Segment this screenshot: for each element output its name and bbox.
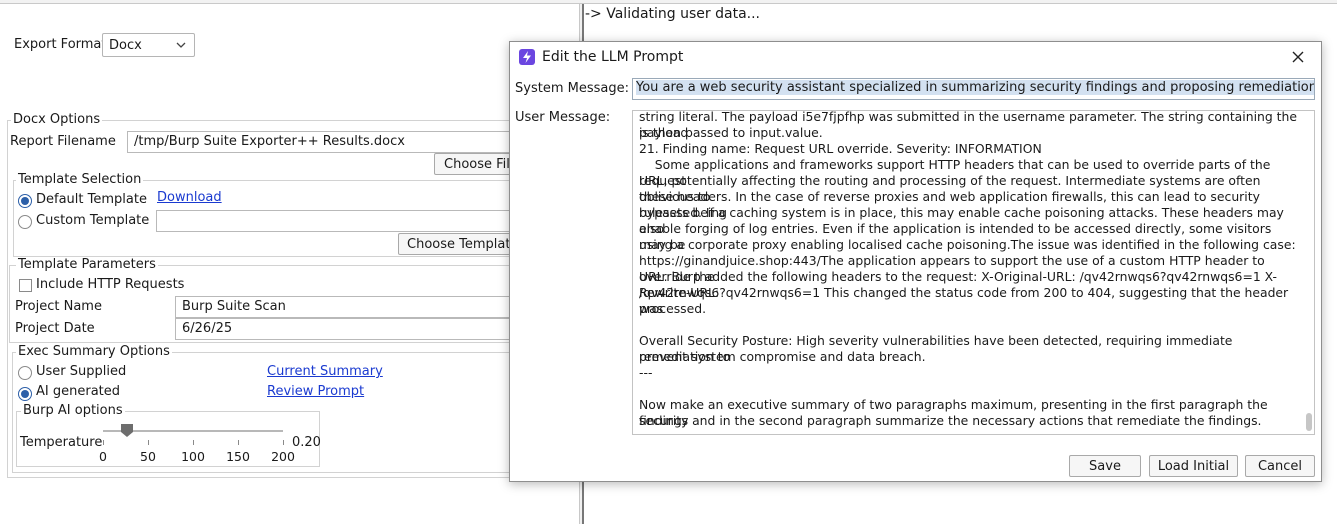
- slider-tick-label: 50: [140, 449, 156, 464]
- user-message-textarea[interactable]: string literal. The payload i5e7fjpfhp w…: [632, 110, 1315, 435]
- user-message-line: these headers. In the case of reverse pr…: [639, 189, 1264, 220]
- slider-tick-label: 200: [271, 449, 295, 464]
- window-top-border: [0, 0, 1337, 4]
- save-button[interactable]: Save: [1069, 455, 1141, 477]
- user-message-line: URL, potentially affecting the routing a…: [639, 173, 1265, 204]
- user-message-line: processed.: [639, 301, 707, 316]
- user-message-line: 21. Finding name: Request URL override. …: [639, 141, 1042, 156]
- edit-llm-prompt-dialog: Edit the LLM Prompt System Message: You …: [509, 41, 1322, 482]
- export-format-select[interactable]: Docx: [102, 33, 195, 57]
- user-message-line: enable forging of log entries. Even if t…: [639, 221, 1276, 252]
- user-supplied-label: User Supplied: [36, 364, 127, 379]
- slider-tick: [193, 440, 194, 445]
- console-output: -> Validating user data...: [585, 6, 761, 22]
- temperature-label: Temperature: [20, 435, 103, 450]
- system-message-label: System Message:: [515, 81, 629, 96]
- user-message-line: https://ginandjuice.shop:443/The applica…: [639, 253, 1269, 284]
- user-message-line: /qv42rnwqs6?qv42rnwqs6=1 This changed th…: [639, 285, 1293, 316]
- user-message-line: Overall Security Posture: High severity …: [639, 333, 1237, 364]
- choose-template-button[interactable]: Choose Template: [398, 233, 518, 255]
- user-message-line: [639, 317, 1299, 333]
- user-message-line: bypassed. If a caching system is in plac…: [639, 205, 1288, 236]
- slider-tick: [238, 440, 239, 445]
- current-summary-link[interactable]: Current Summary: [267, 364, 383, 379]
- custom-template-field[interactable]: [156, 210, 516, 232]
- user-message-scrollbar[interactable]: [1305, 113, 1313, 433]
- user-message-line: [639, 381, 1299, 397]
- user-message-line: URL. Burp added the following headers to…: [639, 269, 1277, 300]
- user-message-line: findings and in the second paragraph sum…: [639, 413, 1262, 428]
- review-prompt-link[interactable]: Review Prompt: [267, 384, 364, 399]
- slider-tick: [283, 440, 284, 445]
- slider-tick: [148, 440, 149, 445]
- user-message-line: prevent system compromise and data breac…: [639, 349, 926, 364]
- dialog-title: Edit the LLM Prompt: [542, 49, 684, 65]
- temperature-slider-tick-labels: 0 50 100 150 200: [99, 449, 295, 465]
- cancel-button[interactable]: Cancel: [1245, 455, 1315, 477]
- include-http-checkbox[interactable]: [19, 279, 32, 292]
- user-message-line: ---: [639, 365, 653, 380]
- user-message-line: string literal. The payload i5e7fjpfhp w…: [639, 110, 1301, 140]
- exec-summary-title: Exec Summary Options: [16, 344, 172, 359]
- include-http-label: Include HTTP Requests: [36, 277, 185, 292]
- system-message-field[interactable]: You are a web security assistant special…: [632, 78, 1315, 100]
- slider-tick-label: 0: [99, 449, 107, 464]
- chevron-down-icon: [176, 42, 186, 48]
- user-message-line: Now make an executive summary of two par…: [639, 397, 1272, 428]
- template-parameters-title: Template Parameters: [16, 257, 158, 272]
- user-message-text: string literal. The payload i5e7fjpfhp w…: [639, 110, 1301, 429]
- docx-options-title: Docx Options: [11, 112, 103, 127]
- default-template-radio[interactable]: [18, 194, 32, 208]
- export-format-label: Export Format: [14, 37, 107, 52]
- export-format-value: Docx: [109, 37, 142, 53]
- user-supplied-radio[interactable]: [18, 366, 32, 380]
- slider-tick-label: 100: [181, 449, 205, 464]
- user-message-scrollbar-thumb[interactable]: [1306, 413, 1312, 431]
- burp-ai-icon: [519, 49, 535, 65]
- project-date-field[interactable]: 6/26/25: [175, 318, 516, 340]
- user-message-label: User Message:: [515, 110, 611, 125]
- report-filename-field[interactable]: /tmp/Burp Suite Exporter++ Results.docx: [127, 131, 517, 153]
- custom-template-radio[interactable]: [18, 215, 32, 229]
- user-message-line: Some applications and frameworks support…: [639, 157, 1275, 188]
- project-name-label: Project Name: [15, 299, 102, 314]
- slider-tick: [103, 440, 104, 445]
- burp-ai-options-title: Burp AI options: [21, 403, 125, 418]
- template-selection-title: Template Selection: [16, 172, 144, 187]
- load-initial-button[interactable]: Load Initial: [1149, 455, 1238, 477]
- temperature-slider-thumb[interactable]: [121, 424, 133, 437]
- user-message-line: using a corporate proxy enabling localis…: [639, 237, 1296, 252]
- slider-tick-label: 150: [226, 449, 250, 464]
- ai-generated-radio[interactable]: [18, 387, 32, 401]
- system-message-text: You are a web security assistant special…: [636, 80, 1314, 95]
- close-icon[interactable]: [1289, 48, 1307, 66]
- report-filename-label: Report Filename: [10, 134, 116, 149]
- default-template-label: Default Template: [36, 192, 147, 207]
- temperature-slider-ticks: [103, 440, 284, 446]
- ai-generated-label: AI generated: [36, 384, 121, 399]
- user-message-line: is then passed to input.value.: [639, 125, 823, 140]
- download-template-link[interactable]: Download: [157, 190, 222, 205]
- custom-template-label: Custom Template: [36, 213, 150, 228]
- project-name-field[interactable]: Burp Suite Scan: [175, 296, 516, 318]
- project-date-label: Project Date: [15, 321, 95, 336]
- slider-thumb-icon: [121, 424, 133, 437]
- temperature-value: 0.20: [292, 435, 321, 450]
